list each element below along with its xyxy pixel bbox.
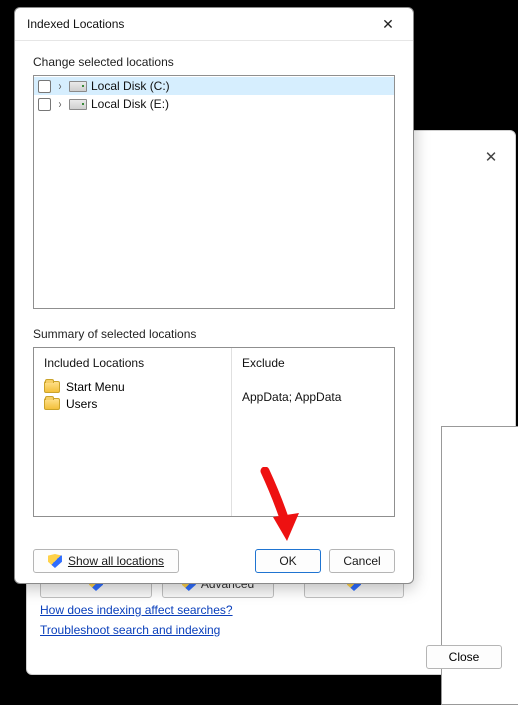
locations-tree[interactable]: › Local Disk (C:) › Local Disk (E:) (33, 75, 395, 309)
dialog-body: Change selected locations › Local Disk (… (15, 41, 413, 583)
exclude-header: Exclude (242, 356, 341, 370)
change-locations-label: Change selected locations (33, 55, 395, 69)
link-how-indexing[interactable]: How does indexing affect searches? (40, 603, 233, 617)
tree-row-label: Local Disk (C:) (91, 79, 170, 93)
indexed-locations-dialog: Indexed Locations ✕ Change selected loca… (14, 7, 414, 584)
close-button[interactable]: ✕ (371, 10, 405, 38)
dialog-button-row: Show all locations OK Cancel (33, 549, 395, 573)
included-item-label: Users (66, 397, 97, 411)
tree-row-label: Local Disk (E:) (91, 97, 169, 111)
parent-close-footer-label: Close (449, 650, 480, 664)
dialog-title: Indexed Locations (27, 17, 124, 31)
parent-close-button[interactable]: ✕ (479, 145, 503, 169)
ok-button[interactable]: OK (255, 549, 321, 573)
show-all-locations-button[interactable]: Show all locations (33, 549, 179, 573)
drive-icon (69, 81, 87, 92)
drive-icon (69, 99, 87, 110)
cancel-label: Cancel (343, 554, 380, 568)
list-item[interactable]: Start Menu (44, 380, 221, 394)
parent-links: How does indexing affect searches? Troub… (40, 603, 233, 637)
included-item-label: Start Menu (66, 380, 125, 394)
summary-label: Summary of selected locations (33, 327, 395, 341)
titlebar: Indexed Locations ✕ (15, 8, 413, 41)
folder-icon (44, 381, 60, 393)
chevron-right-icon[interactable]: › (56, 80, 64, 92)
ok-label: OK (279, 554, 296, 568)
link-troubleshoot[interactable]: Troubleshoot search and indexing (40, 623, 233, 637)
folder-icon (44, 398, 60, 410)
tree-row[interactable]: › Local Disk (C:) (34, 77, 394, 95)
close-icon: ✕ (382, 16, 394, 33)
summary-panel: Included Locations Start Menu Users Excl… (33, 347, 395, 517)
included-column: Included Locations Start Menu Users (34, 348, 232, 516)
cancel-button[interactable]: Cancel (329, 549, 395, 573)
checkbox[interactable] (38, 80, 51, 93)
exclude-column: Exclude AppData; AppData (232, 348, 351, 516)
show-all-locations-label: Show all locations (68, 554, 164, 568)
exclude-text: AppData; AppData (242, 390, 341, 404)
chevron-right-icon[interactable]: › (56, 98, 64, 110)
checkbox[interactable] (38, 98, 51, 111)
parent-close-footer-button[interactable]: Close (426, 645, 502, 669)
included-header: Included Locations (44, 356, 221, 370)
list-item[interactable]: Users (44, 397, 221, 411)
tree-row[interactable]: › Local Disk (E:) (34, 95, 394, 113)
shield-icon (48, 554, 62, 568)
